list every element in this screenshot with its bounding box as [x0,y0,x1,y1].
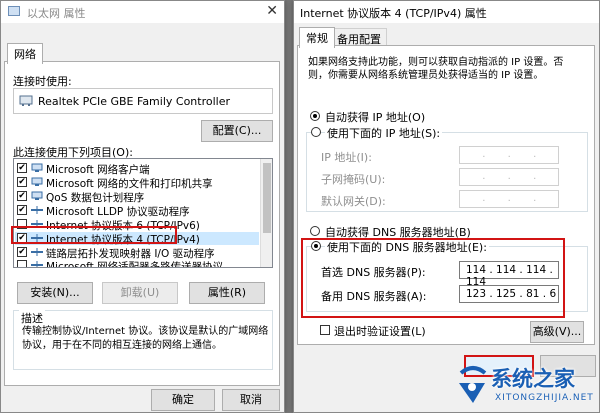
item-label: Microsoft LLDP 协议驱动程序 [46,206,190,218]
close-icon[interactable]: ✕ [266,3,278,19]
properties-button[interactable]: 属性(R) [189,282,265,304]
left-window-title: 以太网 属性 [27,7,86,20]
item-checkbox[interactable]: ✔ [17,205,27,215]
ip-separators: . . . [460,149,537,160]
network-adapter-icon [8,6,20,16]
left-title-bar[interactable]: 以太网 属性 ✕ [1,1,284,23]
item-checkbox[interactable]: ✔ [17,163,27,173]
watermark-brand: 系统之家 [491,367,575,391]
scrollbar-thumb[interactable] [263,163,271,233]
ipv4-properties-window: Internet 协议版本 4 (TCP/IPv4) 属性 常规 备用配置 如果… [293,0,600,413]
manual-ip-group: 使用下面的 IP 地址(S): IP 地址(I): . . . 子网掩码(U):… [306,125,588,212]
list-item[interactable]: ✔ Microsoft 网络客户端 [17,162,257,176]
item-label: Microsoft 网络适配器多路传送器协议 [46,261,224,268]
watermark: 系统之家 XITONGZHIJIA.NET [455,357,600,413]
tab-general[interactable]: 常规 [299,27,335,48]
item-label: QoS 数据包计划程序 [46,192,145,204]
manual-ip-label[interactable]: 使用下面的 IP 地址(S): [325,125,443,141]
configure-button[interactable]: 配置(C)... [201,120,273,142]
ipv4-highlight-box [11,226,177,244]
gateway-separators: . . . [460,193,537,204]
protocol-icon [31,248,43,256]
description-text: 传输控制协议/Internet 协议。该协议是默认的广域网络协议，用于在不同的相… [22,326,269,351]
item-checkbox[interactable]: ✔ [17,247,27,257]
network-card-icon [19,95,33,106]
subnet-label: 子网掩码(U): [321,173,386,186]
manual-ip-radio[interactable] [311,127,321,137]
brand-logo-icon [459,366,487,403]
gateway-label: 默认网关(D): [321,195,386,208]
right-title-bar[interactable]: Internet 协议版本 4 (TCP/IPv4) 属性 [294,1,599,23]
items-scrollbar[interactable] [260,159,272,267]
subnet-field[interactable]: . . . [459,168,559,186]
ethernet-properties-window: 以太网 属性 ✕ 网络 连接时使用: Realtek PCIe GBE Fami… [0,0,285,413]
description-group: 描述 传输控制协议/Internet 协议。该协议是默认的广域网络协议，用于在不… [13,310,273,370]
network-tab-panel: 连接时使用: Realtek PCIe GBE Family Controlle… [4,61,280,386]
protocol-icon [31,261,43,267]
list-item[interactable]: ✔ Microsoft LLDP 协议驱动程序 [17,204,257,218]
validate-label[interactable]: 退出时验证设置(L) [334,323,426,339]
tab-general-label: 常规 [306,32,328,45]
file-share-icon [31,177,43,186]
subnet-separators: . . . [460,171,537,182]
connect-using-label: 连接时使用: [13,75,72,88]
dns-highlight-box [301,238,565,318]
description-label: 描述 [19,310,45,326]
tab-network[interactable]: 网络 [7,43,43,64]
protocol-icon [31,206,43,214]
network-client-icon [31,163,43,172]
list-item[interactable]: ✔ QoS 数据包计划程序 [17,190,257,204]
right-window-title: Internet 协议版本 4 (TCP/IPv4) 属性 [300,7,487,20]
cancel-button[interactable]: 取消 [222,389,280,411]
validate-checkbox[interactable] [320,325,330,335]
ok-button[interactable]: 确定 [151,389,215,411]
adapter-name: Realtek PCIe GBE Family Controller [38,95,231,108]
auto-ip-label[interactable]: 自动获得 IP 地址(O) [325,109,425,125]
item-checkbox[interactable] [17,260,27,267]
list-item[interactable]: ✔ Microsoft 网络的文件和打印机共享 [17,176,257,190]
gateway-field[interactable]: . . . [459,190,559,208]
uninstall-button[interactable]: 卸载(U) [102,282,178,304]
auto-dns-radio[interactable] [310,226,320,236]
item-checkbox[interactable]: ✔ [17,177,27,187]
list-item[interactable]: Microsoft 网络适配器多路传送器协议 [17,259,257,268]
auto-ip-radio[interactable] [310,111,320,121]
items-list: ✔ Microsoft 网络客户端 ✔ Microsoft 网络的文件和打印机共… [13,158,273,268]
adapter-field: Realtek PCIe GBE Family Controller [13,88,273,114]
item-checkbox[interactable]: ✔ [17,191,27,201]
ip-address-label: IP 地址(I): [321,151,372,164]
tab-network-label: 网络 [14,48,36,61]
ip-address-field[interactable]: . . . [459,146,559,164]
advanced-button[interactable]: 高级(V)... [530,321,584,343]
list-item[interactable]: ✔ 链路层拓扑发现映射器 I/O 驱动程序 [17,246,257,260]
qos-icon [31,191,43,200]
item-label: Microsoft 网络的文件和打印机共享 [46,178,213,190]
install-button[interactable]: 安装(N)... [17,282,93,304]
item-label: Microsoft 网络客户端 [46,164,150,176]
watermark-url: XITONGZHIJIA.NET [495,393,594,403]
general-tab-panel: 如果网络支持此功能，则可以获取自动指派的 IP 设置。否则，你需要从网络系统管理… [297,45,595,345]
info-text: 如果网络支持此功能，则可以获取自动指派的 IP 设置。否则，你需要从网络系统管理… [308,57,564,81]
